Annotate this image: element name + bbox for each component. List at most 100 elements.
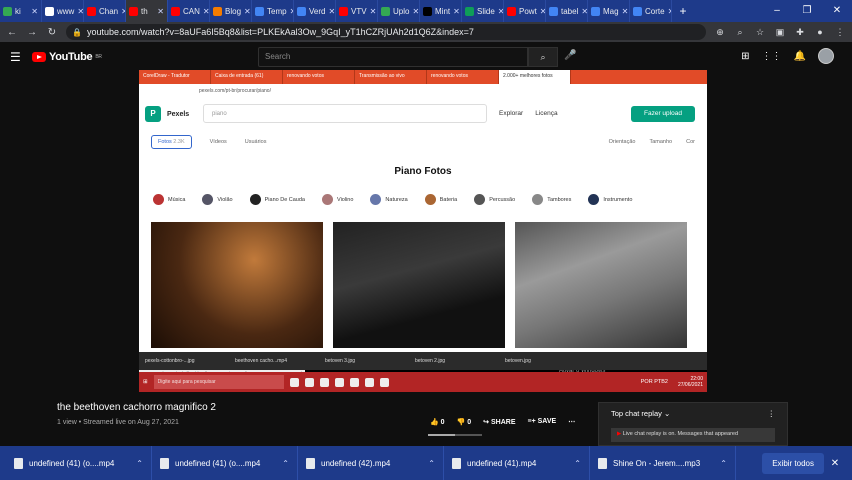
tab-label: Chan bbox=[99, 6, 119, 16]
search-button[interactable]: ⌕ bbox=[528, 47, 558, 67]
tab-close-icon[interactable]: ✕ bbox=[31, 7, 38, 16]
new-tab-button[interactable]: + bbox=[672, 4, 694, 18]
hamburger-menu-icon[interactable]: ☰ bbox=[10, 50, 32, 64]
avatar[interactable] bbox=[818, 48, 834, 64]
create-video-icon[interactable]: ⊞ bbox=[741, 51, 749, 62]
browser-tab[interactable]: Temp✕ bbox=[252, 0, 294, 22]
browser-menu-icon[interactable]: ⋮ bbox=[834, 26, 846, 38]
download-item[interactable]: Shine On - Jerem....mp3 ⌃ bbox=[590, 446, 736, 480]
tab-close-icon[interactable]: ✕ bbox=[244, 7, 251, 16]
chevron-up-icon[interactable]: ⌃ bbox=[428, 459, 435, 468]
category-thumb-icon bbox=[424, 194, 436, 205]
reload-icon[interactable]: ↻ bbox=[46, 27, 58, 38]
chevron-up-icon[interactable]: ⌃ bbox=[136, 459, 143, 468]
install-icon[interactable]: ⊕ bbox=[714, 26, 726, 38]
tab-close-icon[interactable]: ✕ bbox=[77, 7, 83, 16]
browser-tab[interactable]: ki ✕ bbox=[0, 0, 42, 22]
browser-tab[interactable]: VTV ✕ bbox=[336, 0, 378, 22]
browser-tab[interactable]: Mag ✕ bbox=[588, 0, 630, 22]
video-player[interactable]: CorelDraw - Tradutor Caixa de entrada (61… bbox=[139, 70, 707, 392]
chevron-up-icon[interactable]: ⌃ bbox=[720, 459, 727, 468]
apps-grid-icon[interactable]: ⋮⋮ bbox=[762, 51, 782, 62]
show-all-downloads-button[interactable]: Exibir todos bbox=[762, 452, 824, 474]
download-filename: undefined (42).mp4 bbox=[321, 458, 391, 468]
profile-icon[interactable]: ● bbox=[814, 26, 826, 38]
chat-title[interactable]: Top chat replay ⌄ bbox=[611, 409, 670, 418]
tab-close-icon[interactable]: ✕ bbox=[370, 7, 377, 16]
category-chip: Piano De Cauda bbox=[249, 194, 305, 205]
star-icon[interactable]: ☆ bbox=[754, 26, 766, 38]
browser-tab[interactable]: www ✕ bbox=[42, 0, 84, 22]
download-item[interactable]: undefined (41).mp4 ⌃ bbox=[444, 446, 590, 480]
url-field[interactable]: 🔒 youtube.com/watch?v=8aUFa6I5Bq8&list=P… bbox=[66, 24, 706, 40]
tab-close-icon[interactable]: ✕ bbox=[412, 7, 419, 16]
category-chip: Tambores bbox=[532, 194, 571, 205]
browser-tab[interactable]: Slide ✕ bbox=[462, 0, 504, 22]
browser-tab[interactable]: tabel ✕ bbox=[546, 0, 588, 22]
browser-tab[interactable]: Blog ✕ bbox=[210, 0, 252, 22]
category-label: Piano De Cauda bbox=[264, 196, 305, 203]
youtube-logo[interactable]: YouTube BR bbox=[32, 51, 102, 63]
tab-close-icon[interactable]: ✕ bbox=[453, 7, 460, 16]
tab-close-icon[interactable]: ✕ bbox=[328, 7, 335, 16]
tab-favicon-icon bbox=[465, 6, 474, 16]
download-item[interactable]: undefined (41) (o....mp4 ⌃ bbox=[6, 446, 152, 480]
browser-tab[interactable]: Corte✕ bbox=[630, 0, 672, 22]
notifications-bell-icon[interactable]: 🔔 bbox=[794, 51, 806, 62]
tab-close-icon[interactable]: ✕ bbox=[203, 7, 209, 16]
category-label: Música bbox=[168, 196, 186, 203]
microphone-icon[interactable]: 🎤 bbox=[564, 50, 576, 61]
save-button[interactable]: ≡+ SAVE bbox=[528, 418, 557, 426]
tab-close-icon[interactable]: ✕ bbox=[622, 7, 629, 16]
youtube-header-actions: ⊞ ⋮⋮ 🔔 bbox=[741, 48, 834, 64]
browser-tab[interactable]: CAN ✕ bbox=[168, 0, 210, 22]
browser-tab[interactable]: Powt ✕ bbox=[504, 0, 546, 22]
taskbar-app-icon bbox=[289, 377, 299, 387]
file-icon bbox=[452, 457, 461, 469]
extensions-puzzle-icon[interactable]: ✚ bbox=[794, 26, 806, 38]
extension-icon[interactable]: ▣ bbox=[774, 26, 786, 38]
tab-favicon-icon bbox=[507, 6, 516, 16]
more-actions-icon[interactable]: ⋯ bbox=[568, 418, 575, 426]
nav-explorar: Explorar bbox=[499, 110, 524, 117]
browser-tab[interactable]: th ✕ bbox=[126, 0, 168, 22]
embedded-tab: CorelDraw - Tradutor bbox=[139, 70, 211, 84]
taskbar-app-icon bbox=[364, 377, 374, 387]
share-button[interactable]: ↪ SHARE bbox=[483, 418, 515, 426]
tab-favicon-icon bbox=[549, 6, 558, 16]
youtube-search-input[interactable]: Search bbox=[258, 47, 528, 67]
tab-favicon-icon bbox=[591, 6, 600, 16]
tab-label: www bbox=[57, 6, 75, 16]
tab-label: CAN bbox=[183, 6, 200, 16]
tab-close-icon[interactable]: ✕ bbox=[157, 7, 164, 16]
zoom-icon[interactable]: ⌕ bbox=[734, 26, 746, 38]
back-icon[interactable]: ← bbox=[6, 27, 18, 38]
maximize-button[interactable]: ❐ bbox=[792, 0, 822, 22]
download-item[interactable]: undefined (42).mp4 ⌃ bbox=[298, 446, 444, 480]
browser-tab[interactable]: Uplo ✕ bbox=[378, 0, 420, 22]
browser-tab[interactable]: Chan✕ bbox=[84, 0, 126, 22]
tab-close-icon[interactable]: ✕ bbox=[581, 7, 587, 16]
embedded-download-item: betoven 3.jpg bbox=[325, 358, 356, 364]
category-chip: Percussão bbox=[474, 194, 515, 205]
category-thumb-icon bbox=[370, 194, 382, 205]
chevron-up-icon[interactable]: ⌃ bbox=[282, 459, 289, 468]
tab-label: Mint bbox=[435, 6, 451, 16]
close-shelf-icon[interactable]: ✕ bbox=[824, 458, 846, 469]
category-chip: Violino bbox=[322, 194, 353, 205]
video-meta: 1 view • Streamed live on Aug 27, 2021 bbox=[57, 419, 179, 426]
like-button[interactable]: 👍 0 bbox=[430, 418, 445, 426]
close-window-button[interactable]: ✕ bbox=[822, 0, 852, 22]
browser-tab[interactable]: Verd ✕ bbox=[294, 0, 336, 22]
download-item[interactable]: undefined (41) (o....mp4 ⌃ bbox=[152, 446, 298, 480]
minimize-button[interactable]: – bbox=[762, 0, 792, 22]
tab-favicon-icon bbox=[633, 6, 642, 16]
browser-tab[interactable]: Mint ✕ bbox=[420, 0, 462, 22]
embedded-tab: Caixa de entrada (61) bbox=[211, 70, 283, 84]
dislike-button[interactable]: 👎 0 bbox=[457, 418, 472, 426]
forward-icon[interactable]: → bbox=[26, 27, 38, 38]
chat-menu-icon[interactable]: ⋮ bbox=[768, 409, 776, 418]
taskbar-app-icon bbox=[334, 377, 344, 387]
chevron-up-icon[interactable]: ⌃ bbox=[574, 459, 581, 468]
tab-label: tabel bbox=[561, 6, 579, 16]
